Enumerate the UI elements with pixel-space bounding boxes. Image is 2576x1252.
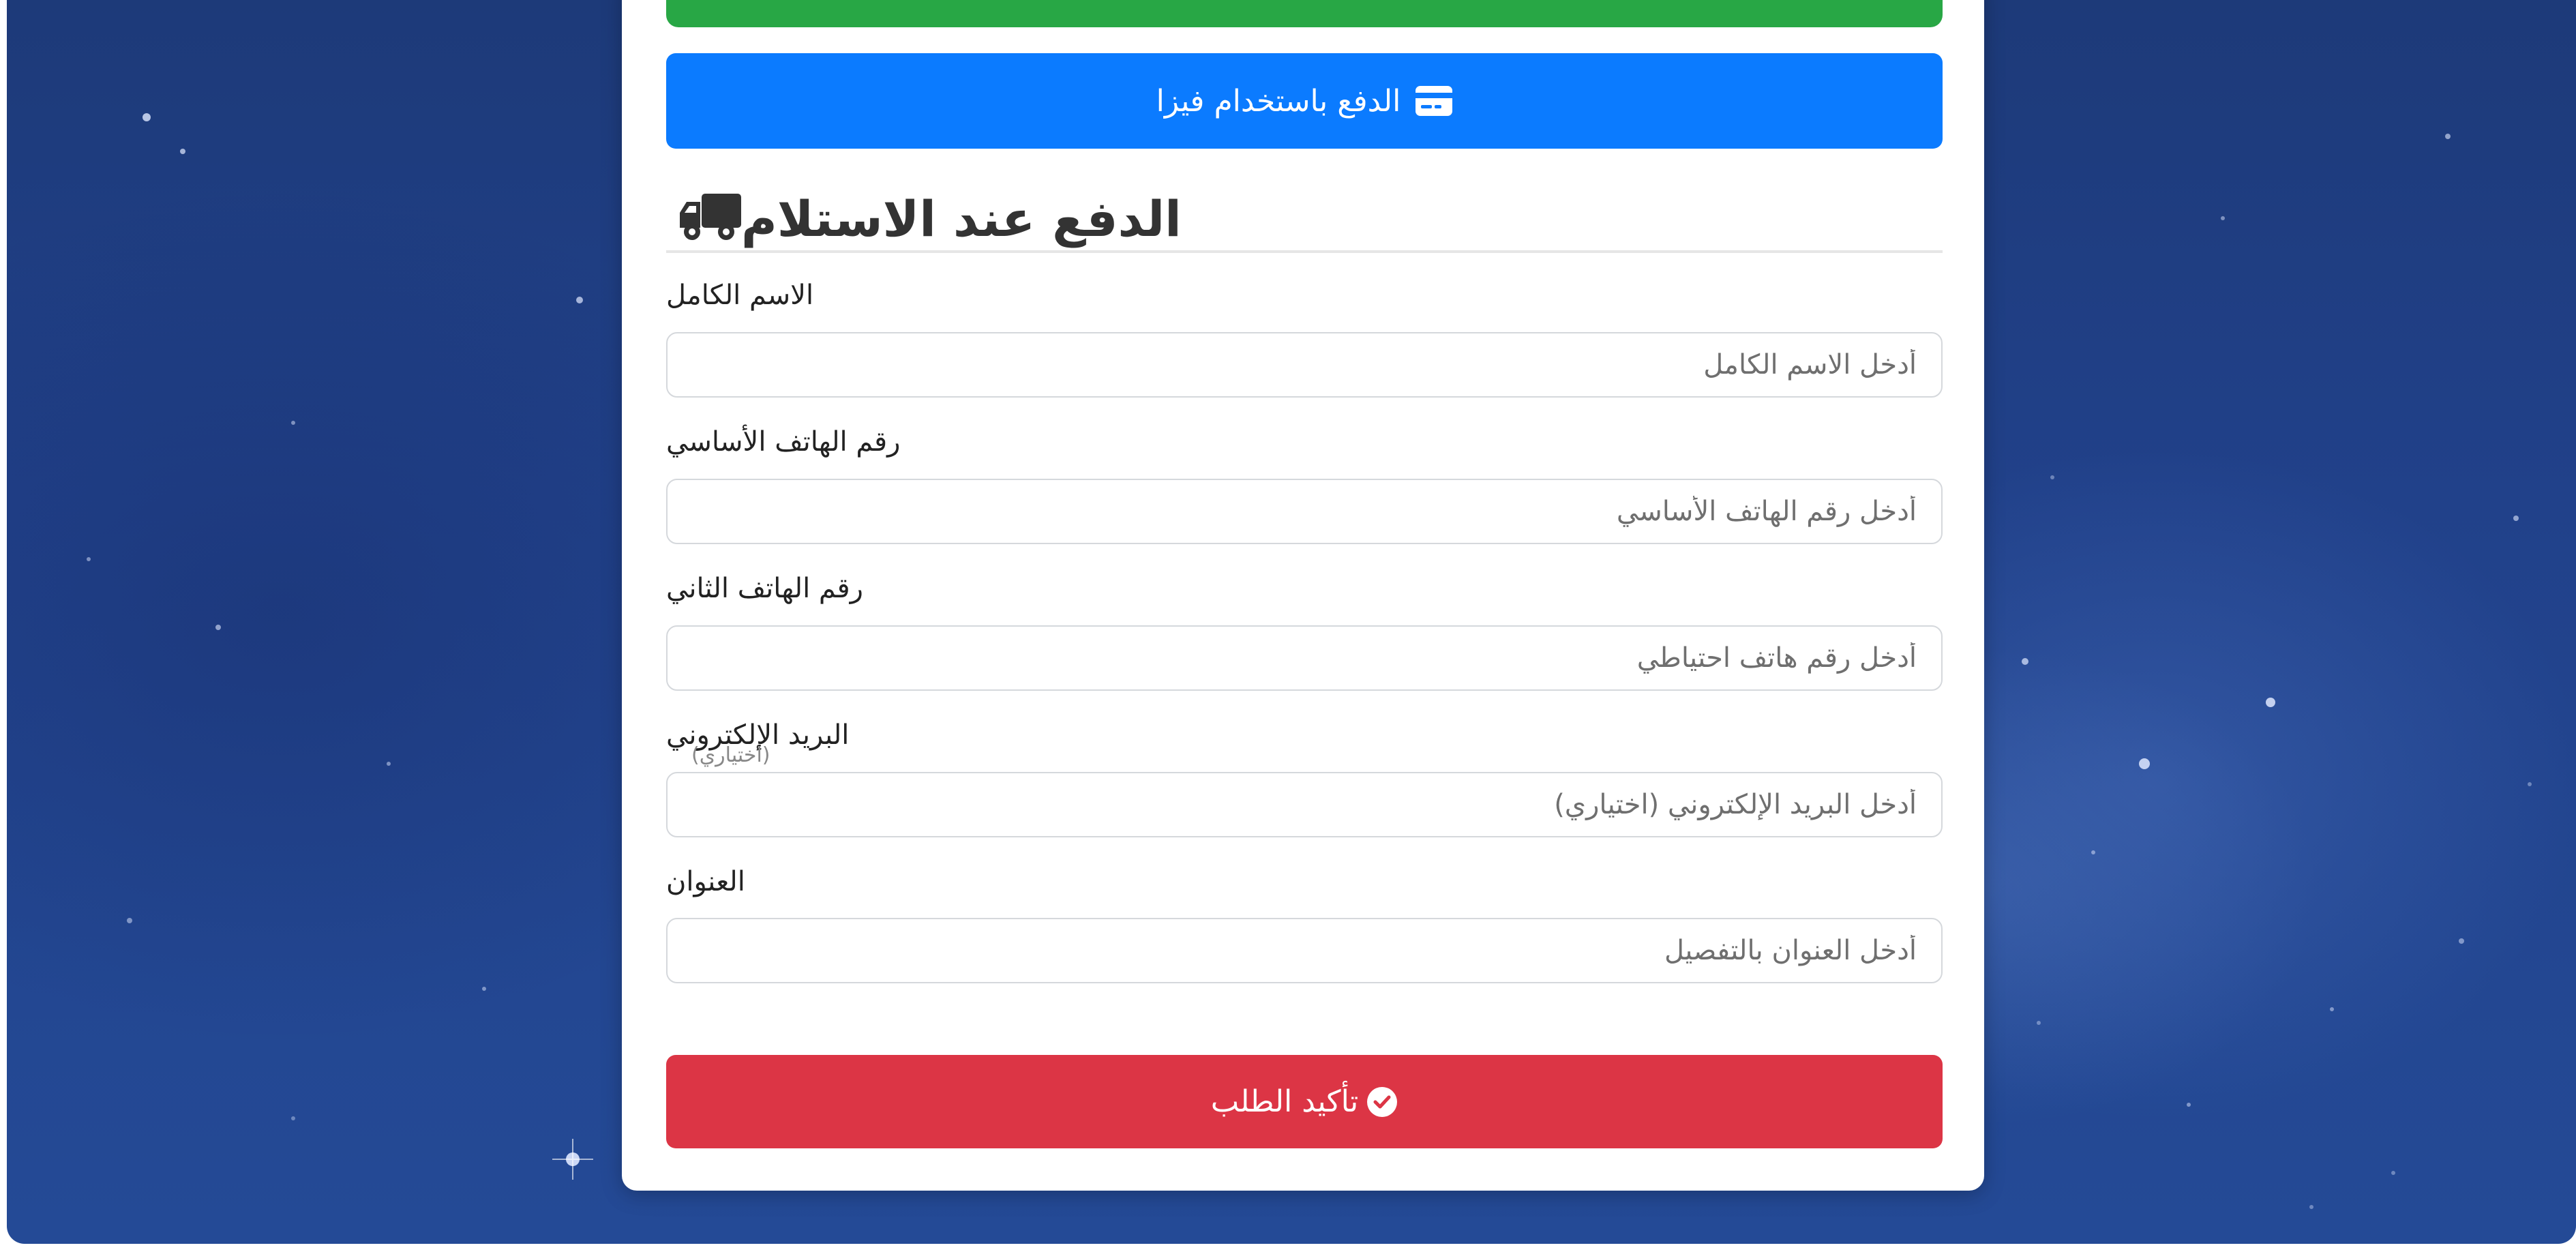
primary-phone-label: رقم الهاتف الأساسي bbox=[666, 426, 901, 458]
confirm-order-button[interactable]: تأكيد الطلب bbox=[666, 1055, 1943, 1148]
cash-on-delivery-title: الدفع عند الاستلام bbox=[741, 190, 1182, 248]
credit-card-icon bbox=[1416, 86, 1453, 116]
full-name-input[interactable] bbox=[666, 332, 1943, 398]
starry-background: الدفع باستخدام فيزا الدفع عند الاستلام ا… bbox=[7, 0, 2576, 1244]
truck-icon bbox=[678, 194, 741, 244]
secondary-phone-label: رقم الهاتف الثاني bbox=[666, 573, 863, 604]
cash-on-delivery-heading: الدفع عند الاستلام bbox=[666, 188, 1943, 253]
confirm-order-label: تأكيد الطلب bbox=[1210, 1084, 1359, 1119]
pay-with-visa-button[interactable]: الدفع باستخدام فيزا bbox=[666, 53, 1943, 149]
checkout-card: الدفع باستخدام فيزا الدفع عند الاستلام ا… bbox=[622, 0, 1984, 1191]
check-circle-icon bbox=[1366, 1086, 1398, 1118]
secondary-phone-input[interactable] bbox=[666, 625, 1943, 691]
email-optional-note: (اختياري) bbox=[691, 743, 770, 767]
full-name-label: الاسم الكامل bbox=[666, 280, 814, 311]
address-input[interactable] bbox=[666, 918, 1943, 983]
address-label: العنوان bbox=[666, 866, 745, 897]
email-input[interactable] bbox=[666, 772, 1943, 837]
pay-with-visa-label: الدفع باستخدام فيزا bbox=[1156, 83, 1401, 119]
green-payment-button[interactable] bbox=[666, 0, 1943, 27]
primary-phone-input[interactable] bbox=[666, 479, 1943, 544]
